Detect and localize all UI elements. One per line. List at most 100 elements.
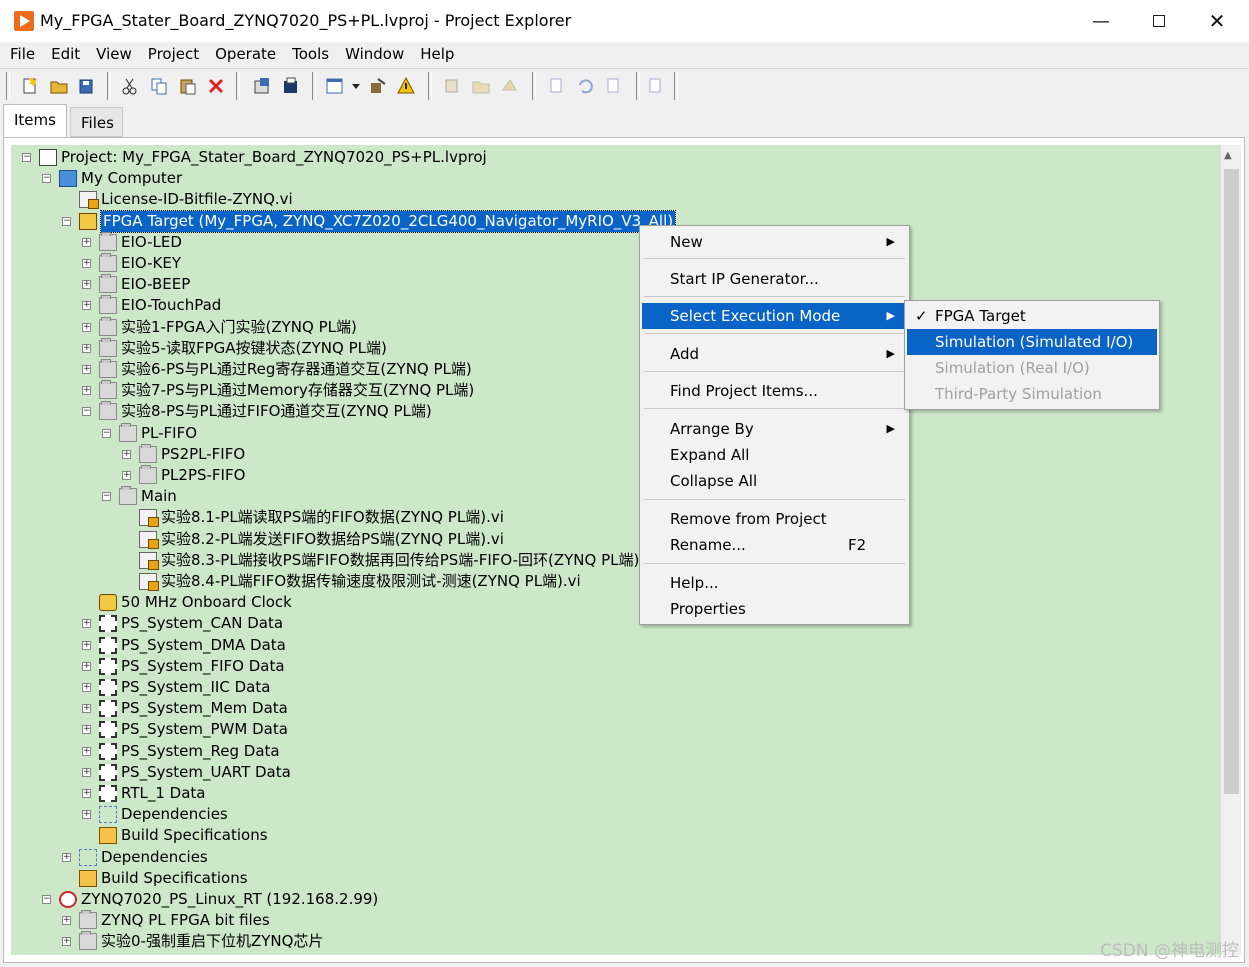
- tree-item-label: PS_System_DMA Data: [121, 635, 286, 654]
- paste-icon[interactable]: [178, 76, 198, 96]
- ctx-find-project-items[interactable]: Find Project Items...: [642, 378, 907, 404]
- menu-separator: [644, 563, 905, 564]
- open-folder-icon[interactable]: [49, 76, 69, 96]
- menu-view[interactable]: View: [88, 42, 140, 66]
- ctx-remove-from-project[interactable]: Remove from Project: [642, 506, 907, 532]
- tree-item-label: 实验8.1-PL端读取PS端的FIFO数据(ZYNQ PL端).vi: [161, 508, 504, 527]
- delete-icon[interactable]: [206, 76, 226, 96]
- sub-simulation-simulated-io[interactable]: Simulation (Simulated I/O): [907, 329, 1157, 355]
- toolbar-separator: [636, 72, 640, 100]
- tree-item-label: 实验8.4-PL端FIFO数据传输速度极限测试-测速(ZYNQ PL端).vi: [161, 572, 581, 590]
- maximize-button[interactable]: [1130, 0, 1188, 42]
- menu-file[interactable]: File: [2, 42, 43, 66]
- tree-expander[interactable]: −: [42, 174, 51, 184]
- tree-expander[interactable]: −: [102, 492, 111, 502]
- tree-item-label: PS_System_IIC Data: [121, 678, 271, 696]
- tree-expander[interactable]: +: [82, 704, 91, 714]
- menu-tools[interactable]: Tools: [284, 42, 337, 66]
- project-icon: [39, 149, 57, 166]
- tab-items[interactable]: Items: [3, 104, 67, 137]
- tree-expander[interactable]: +: [82, 619, 91, 629]
- tree-item-label: ZYNQ PL FPGA bit files: [101, 911, 270, 930]
- build-icon: [99, 827, 117, 845]
- build-icon[interactable]: [252, 76, 272, 96]
- computer-icon: [59, 170, 77, 188]
- tree-expander[interactable]: +: [82, 343, 91, 353]
- tree-expander[interactable]: +: [82, 661, 91, 671]
- ctx-help[interactable]: Help...: [642, 570, 907, 596]
- tree-expander[interactable]: +: [82, 365, 91, 374]
- toolbar-separator: [236, 72, 240, 100]
- ctx-collapse-all[interactable]: Collapse All: [642, 468, 907, 494]
- toolbar-separator: [107, 72, 111, 100]
- chip-icon: [99, 636, 117, 654]
- project-tree[interactable]: − Project: My_FPGA_Stater_Board_ZYNQ7020_…: [11, 145, 1221, 955]
- ctx-properties[interactable]: Properties: [642, 596, 907, 622]
- menu-window[interactable]: Window: [337, 42, 412, 66]
- chip-icon: [99, 700, 117, 718]
- tree-item-label: 实验5-读取FPGA按键状态(ZYNQ PL端): [121, 338, 387, 357]
- tree-item-label: Dependencies: [101, 847, 208, 866]
- tree-expander[interactable]: +: [82, 301, 91, 311]
- tree-expander[interactable]: +: [82, 810, 91, 820]
- ctx-select-execution-mode-label: Select Execution Mode: [670, 307, 841, 325]
- toolbar-separator: [428, 72, 432, 100]
- tree-item-label: Main: [141, 487, 177, 506]
- deploy-icon[interactable]: [281, 76, 301, 96]
- menu-operate[interactable]: Operate: [207, 42, 284, 66]
- save-all-icon[interactable]: [77, 76, 97, 96]
- properties-icon[interactable]: [368, 76, 388, 96]
- tree-expander[interactable]: +: [122, 449, 131, 459]
- tree-expander[interactable]: +: [122, 471, 131, 480]
- tree-expander[interactable]: +: [82, 767, 91, 777]
- tree-item-label: EIO-KEY: [121, 254, 182, 272]
- menu-separator: [644, 408, 905, 409]
- tree-expander[interactable]: −: [22, 153, 31, 162]
- tree-expander[interactable]: −: [82, 407, 91, 417]
- menu-edit[interactable]: Edit: [43, 42, 88, 66]
- close-button[interactable]: ✕: [1188, 0, 1246, 42]
- cut-icon[interactable]: [120, 76, 140, 96]
- view-icon[interactable]: [325, 76, 345, 96]
- menu-help[interactable]: Help: [412, 42, 462, 66]
- warning-icon[interactable]: [396, 76, 416, 96]
- ctx-start-ip-generator[interactable]: Start IP Generator...: [642, 266, 907, 292]
- new-file-icon[interactable]: [20, 76, 40, 96]
- tree-item-label: License-ID-Bitfile-ZYNQ.vi: [101, 190, 293, 209]
- vi-icon: [139, 530, 159, 549]
- tree-expander[interactable]: +: [82, 725, 91, 735]
- tree-expander[interactable]: +: [82, 322, 91, 332]
- copy-icon[interactable]: [149, 76, 169, 96]
- tree-expander[interactable]: +: [82, 746, 91, 756]
- tree-expander[interactable]: +: [62, 852, 71, 862]
- tree-expander[interactable]: +: [82, 386, 91, 396]
- scroll-up-arrow[interactable]: ▲: [1224, 150, 1232, 161]
- ctx-arrange-by[interactable]: Arrange By ▶: [642, 416, 907, 442]
- tree-expander[interactable]: +: [82, 280, 91, 290]
- tree-expander[interactable]: +: [82, 789, 91, 798]
- chevron-down-icon[interactable]: [346, 76, 366, 96]
- tree-expander[interactable]: +: [82, 259, 91, 268]
- ctx-rename[interactable]: Rename... F2: [642, 532, 907, 558]
- tree-expander[interactable]: −: [62, 216, 71, 226]
- ctx-add-label: Add: [670, 345, 700, 363]
- ctx-rename-label: Rename...: [670, 536, 746, 554]
- ctx-add[interactable]: Add ▶: [642, 341, 907, 367]
- tree-expander[interactable]: +: [82, 683, 91, 692]
- ctx-new[interactable]: New ▶: [642, 229, 907, 255]
- ctx-expand-all[interactable]: Expand All: [642, 442, 907, 468]
- ctx-select-execution-mode[interactable]: Select Execution Mode ▶: [642, 303, 907, 329]
- tree-expander[interactable]: −: [102, 428, 111, 438]
- sub-fpga-target[interactable]: ✓ FPGA Target: [907, 303, 1157, 329]
- tree-expander[interactable]: +: [82, 237, 91, 247]
- menu-project[interactable]: Project: [140, 42, 207, 66]
- minimize-button[interactable]: —: [1072, 0, 1130, 42]
- scrollbar-thumb[interactable]: [1224, 169, 1239, 794]
- tree-expander[interactable]: +: [62, 937, 71, 947]
- tree-expander[interactable]: +: [82, 640, 91, 650]
- tree-item-label: Dependencies: [121, 805, 228, 824]
- tab-files[interactable]: Files: [70, 107, 123, 137]
- vertical-scrollbar[interactable]: ▲: [1221, 145, 1241, 955]
- tree-expander[interactable]: −: [42, 895, 51, 904]
- tree-expander[interactable]: +: [62, 916, 71, 926]
